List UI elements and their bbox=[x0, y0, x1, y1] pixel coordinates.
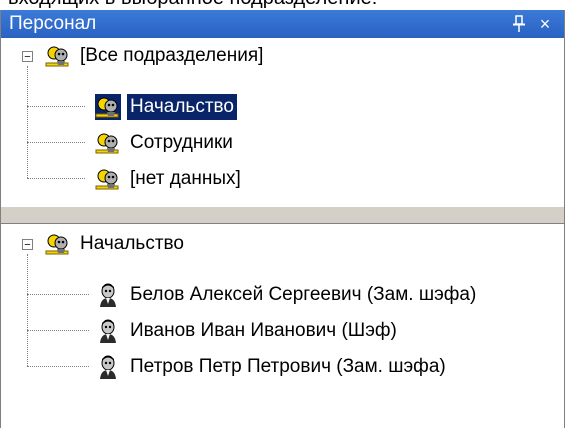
group-icon bbox=[45, 234, 69, 255]
tree-item-sotrudniki[interactable]: Сотрудники bbox=[95, 128, 236, 158]
personnel-panel: Персонал × − [Все подразделения] Начальс… bbox=[0, 10, 565, 428]
tree-connector bbox=[27, 330, 89, 332]
tree-item-label: Петров Петр Петрович (Зам. шэфа) bbox=[130, 356, 446, 377]
tree-connector bbox=[27, 294, 89, 296]
tree-item-employee[interactable]: Иванов Иван Иванович (Шэф) bbox=[95, 316, 400, 346]
tree-item-label: [нет данных] bbox=[130, 168, 241, 189]
panel-title: Персонал bbox=[9, 13, 97, 34]
collapse-toggle[interactable]: − bbox=[22, 51, 33, 63]
tree-item-no-data[interactable]: [нет данных] bbox=[95, 164, 244, 194]
group-icon bbox=[95, 133, 119, 154]
tree-connector bbox=[27, 142, 85, 144]
group-icon bbox=[95, 94, 121, 120]
close-icon[interactable]: × bbox=[534, 12, 556, 36]
tree-root-all-departments[interactable]: [Все подразделения] bbox=[45, 41, 266, 71]
tree-connector bbox=[27, 366, 89, 368]
collapse-toggle[interactable]: − bbox=[22, 239, 33, 251]
tree-item-label: Иванов Иван Иванович (Шэф) bbox=[130, 320, 397, 341]
person-icon bbox=[100, 355, 116, 379]
panel-splitter[interactable] bbox=[1, 206, 564, 224]
tree-connector bbox=[27, 254, 29, 366]
caption-text: входящих в выбранное подразделение: bbox=[8, 0, 377, 10]
tree-item-label: Сотрудники bbox=[130, 132, 233, 153]
group-icon bbox=[45, 46, 69, 67]
tree-item-employee[interactable]: Петров Петр Петрович (Зам. шэфа) bbox=[95, 352, 449, 382]
tree-item-employee[interactable]: Белов Алексей Сергеевич (Зам. шэфа) bbox=[95, 280, 479, 310]
tree-connector bbox=[27, 66, 29, 178]
tree-root-nachalstvo[interactable]: Начальство bbox=[45, 229, 187, 259]
pin-icon[interactable] bbox=[508, 12, 530, 36]
tree-item-label: Начальство bbox=[127, 94, 237, 120]
person-icon bbox=[100, 319, 116, 343]
staff-tree: − Начальство Белов Алексей Сергеевич (За… bbox=[1, 224, 564, 428]
panel-titlebar: Персонал × bbox=[1, 10, 564, 38]
tree-connector bbox=[27, 178, 85, 180]
tree-item-nachalstvo[interactable]: Начальство bbox=[95, 92, 237, 122]
person-icon bbox=[100, 283, 116, 307]
group-icon bbox=[95, 169, 119, 190]
tree-connector bbox=[27, 106, 85, 108]
tree-item-label: Белов Алексей Сергеевич (Зам. шэфа) bbox=[130, 284, 477, 305]
departments-tree: − [Все подразделения] Начальство Сотрудн… bbox=[1, 38, 564, 206]
tree-item-label: Начальство bbox=[80, 233, 184, 254]
tree-item-label: [Все подразделения] bbox=[80, 45, 264, 66]
